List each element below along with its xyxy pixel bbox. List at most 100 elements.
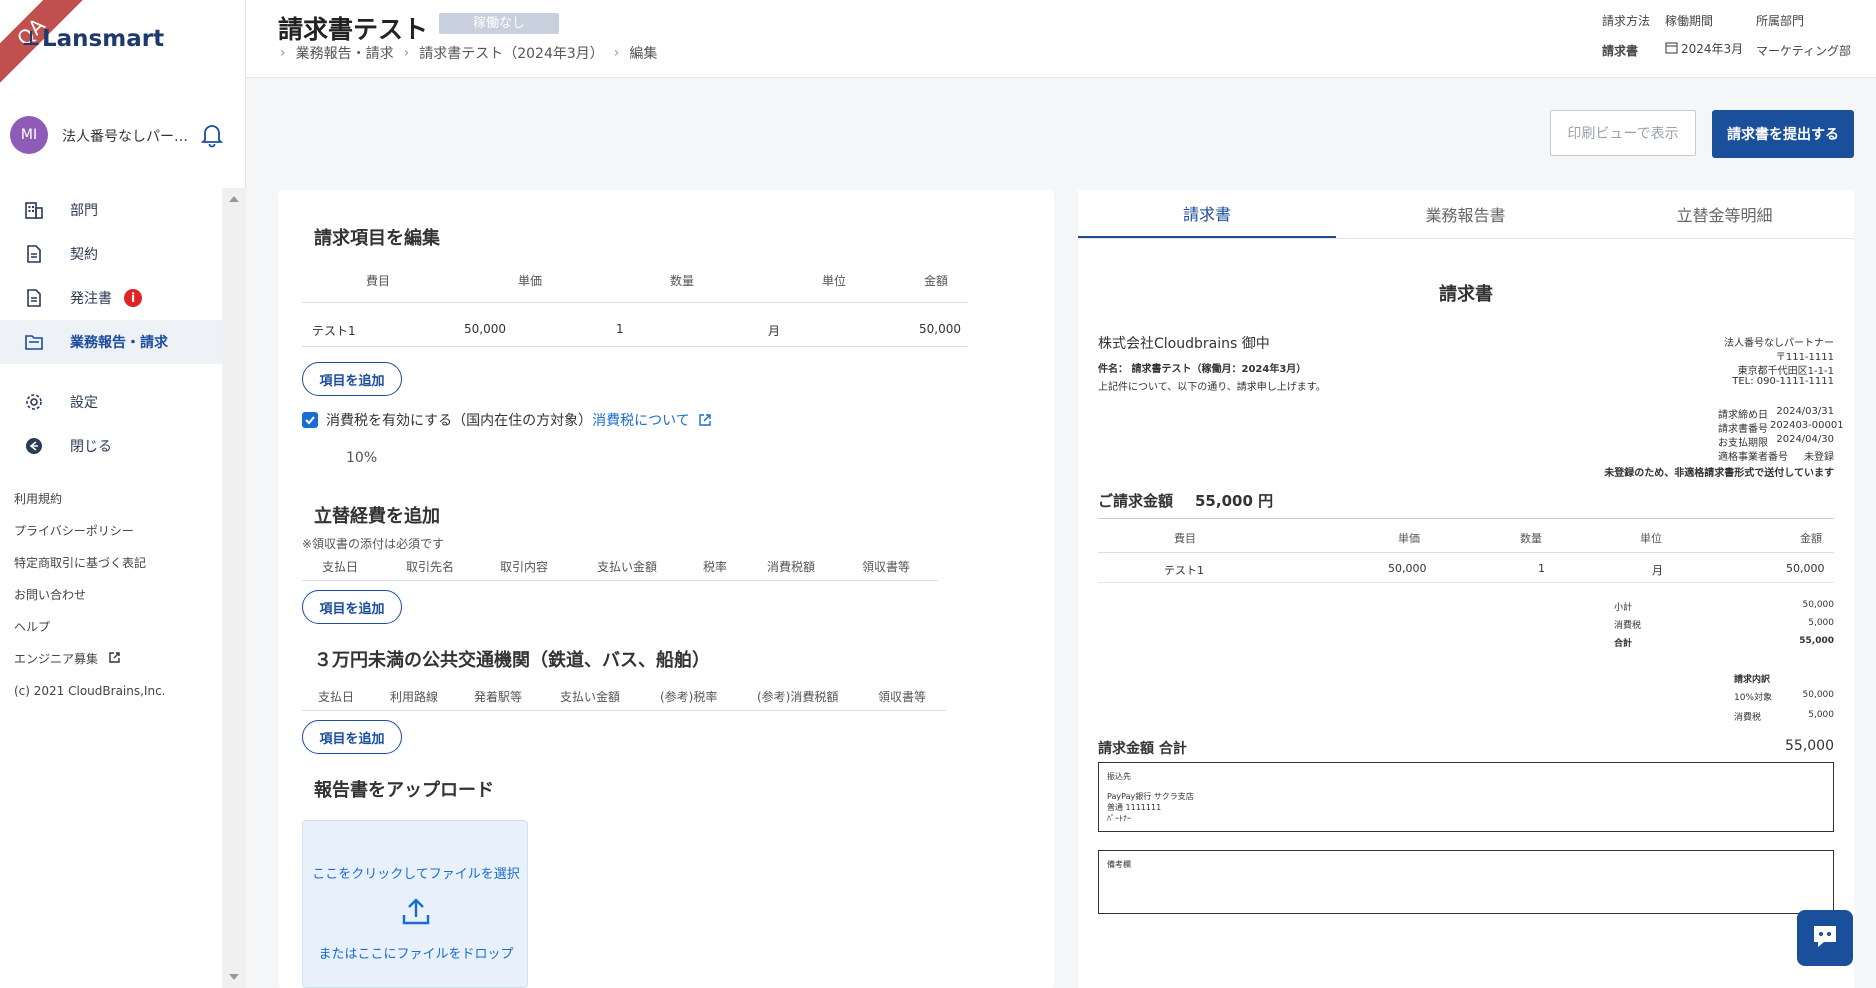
tab-divider [1078,238,1854,239]
column-header: 金額 [924,274,949,288]
divider [1098,552,1834,553]
edit-panel: 請求項目を編集 費目 単価 数量 単位 金額 テスト1 50,000 1 月 5… [278,190,1054,988]
meta-label: 請求書番号 [1718,424,1768,435]
invoice-subject: 件名： 請求書テスト（稼働月：2024年3月） [1098,364,1307,375]
user-name[interactable]: 法人番号なしパー… [62,126,188,146]
help-link[interactable]: ヘルプ [14,616,166,648]
page-header: 請求書テスト 稼働なし › 業務報告・請求 › 請求書テスト（2024年3月） … [246,0,1876,78]
tax-checkbox-label[interactable]: 消費税を有効にする（国内在住の方対象） [326,410,592,430]
column-header: 単位 [822,274,847,288]
chat-widget-button[interactable] [1797,910,1853,966]
terms-link[interactable]: 利用規約 [14,488,166,520]
tax-rate[interactable]: 10% [346,450,377,466]
sidebar-item-label: 発注書 [70,291,112,307]
meta-value: 202403-00001 [1770,420,1844,431]
breadcrumb-item[interactable]: 請求書テスト（2024年3月） [419,43,604,63]
column-header: 単価 [1398,532,1420,545]
breakdown-title: 請求内訳 [1734,675,1771,685]
avatar[interactable]: MI [10,116,48,154]
external-link-icon[interactable] [698,413,712,427]
invoice-title: 請求書 [1439,284,1493,305]
sidebar-item-departments[interactable]: 部門 [0,188,222,232]
divider [302,710,946,711]
meta-label-method: 請求方法 [1602,14,1651,28]
sum-label: 合計 [1614,639,1633,649]
sidebar-item-purchase-orders[interactable]: 発注書 i [0,276,222,320]
grand-total-value: 55,000 [1785,738,1834,754]
expense-note: ※領収書の添付は必須です [302,537,445,551]
tab-invoice[interactable]: 請求書 [1078,190,1336,238]
sidebar-item-close[interactable]: 閉じる [0,424,222,468]
breadcrumb-item[interactable]: 業務報告・請求 [296,43,394,63]
column-header: 費目 [1174,532,1196,545]
total-label: ご請求金額 [1098,492,1174,510]
upload-click-text[interactable]: ここをクリックしてファイルを選択 [303,863,529,882]
building-icon [24,200,44,220]
item-price-cell[interactable]: 50,000 [464,322,506,336]
issuer-postal: 〒111-1111 [1775,352,1834,363]
sidebar-item-label: 契約 [70,247,98,263]
breadcrumb-item-current: 編集 [629,46,658,62]
add-expense-button[interactable]: 項目を追加 [302,590,402,624]
sidebar-item-contracts[interactable]: 契約 [0,232,222,276]
print-view-button[interactable]: 印刷ビューで表示 [1550,110,1696,156]
privacy-link[interactable]: プライバシーポリシー [14,520,166,552]
status-badge: 稼働なし [439,13,559,34]
careers-link[interactable]: エンジニア募集 [14,648,166,680]
sidebar-item-settings[interactable]: 設定 [0,380,222,424]
file-dropzone[interactable]: ここをクリックしてファイルを選択 またはここにファイルをドロップ [302,820,528,988]
issuer-address: 東京都千代田区1-1-1 [1737,366,1834,377]
issuer-tel: TEL: 090-1111-1111 [1732,376,1834,387]
tab-reimbursement[interactable]: 立替金等明細 [1595,190,1854,238]
table-cell: 1 [1538,562,1545,575]
breadcrumb: › 業務報告・請求 › 請求書テスト（2024年3月） › 編集 [280,43,657,63]
contact-link[interactable]: お問い合わせ [14,584,166,616]
expense-section-title: 立替経費を追加 [314,506,440,527]
chevron-right-icon: › [280,45,286,61]
bell-icon[interactable] [200,122,224,148]
tax-row: 消費税を有効にする（国内在住の方対象） 消費税について [302,410,712,430]
tax-checkbox[interactable] [302,412,318,428]
column-header: 数量 [670,274,695,288]
column-header: 利用路線 [390,690,439,704]
user-menu[interactable]: MI 法人番号なしパー… [10,116,240,156]
upload-drop-text: またはここにファイルをドロップ [318,947,514,962]
non-qualified-notice: 未登録のため、非適格請求書形式で送付しています [1604,468,1834,479]
sidebar-nav: 部門 契約 発注書 i 業務報告・請求 設定 閉じる [0,188,222,468]
column-header: (参考)消費税額 [757,690,839,704]
column-header: 消費税額 [767,560,816,574]
breakdown-label: 消費税 [1734,713,1762,723]
table-cell: 50,000 [1388,562,1427,575]
tax-value: 5,000 [1808,618,1834,628]
meta-value: 未登録 [1804,452,1834,463]
gear-icon [24,392,44,412]
item-quantity-cell[interactable]: 1 [616,322,624,336]
meta-value: 2024/03/31 [1776,406,1834,417]
sidebar-item-label: 部門 [70,203,98,219]
column-header: 支払日 [318,690,355,704]
sidebar-item-reports-billing[interactable]: 業務報告・請求 [0,320,222,364]
column-header: (参考)税率 [660,690,718,704]
tax-info-link[interactable]: 消費税について [592,410,690,430]
sidebar-item-label: 閉じる [70,439,112,455]
invoice-intro: 上記件について、以下の通り、請求申し上げます。 [1098,382,1326,393]
total-amount: 55,000 円 [1195,492,1274,510]
meta-label-period: 稼働期間 [1665,14,1714,28]
divider [302,346,968,347]
add-transit-button[interactable]: 項目を追加 [302,720,402,754]
table-cell: 月 [1652,564,1663,577]
upload-section-title: 報告書をアップロード [314,780,494,801]
copyright: (c) 2021 CloudBrains,Inc. [14,684,166,698]
column-header: 発着駅等 [474,690,523,704]
add-item-button[interactable]: 項目を追加 [302,362,402,396]
tab-work-report[interactable]: 業務報告書 [1336,190,1595,238]
app-logo[interactable]: Lansmart [42,26,164,52]
chat-icon [1810,922,1840,954]
commerce-law-link[interactable]: 特定商取引に基づく表記 [14,552,166,584]
item-name-cell[interactable]: テスト1 [312,322,356,339]
breakdown-value: 5,000 [1808,710,1834,720]
item-unit-cell[interactable]: 月 [768,322,780,339]
submit-invoice-button[interactable]: 請求書を提出する [1712,110,1854,158]
logo-icon: ⊥ [22,26,41,50]
sidebar-scrollbar[interactable] [222,188,246,988]
